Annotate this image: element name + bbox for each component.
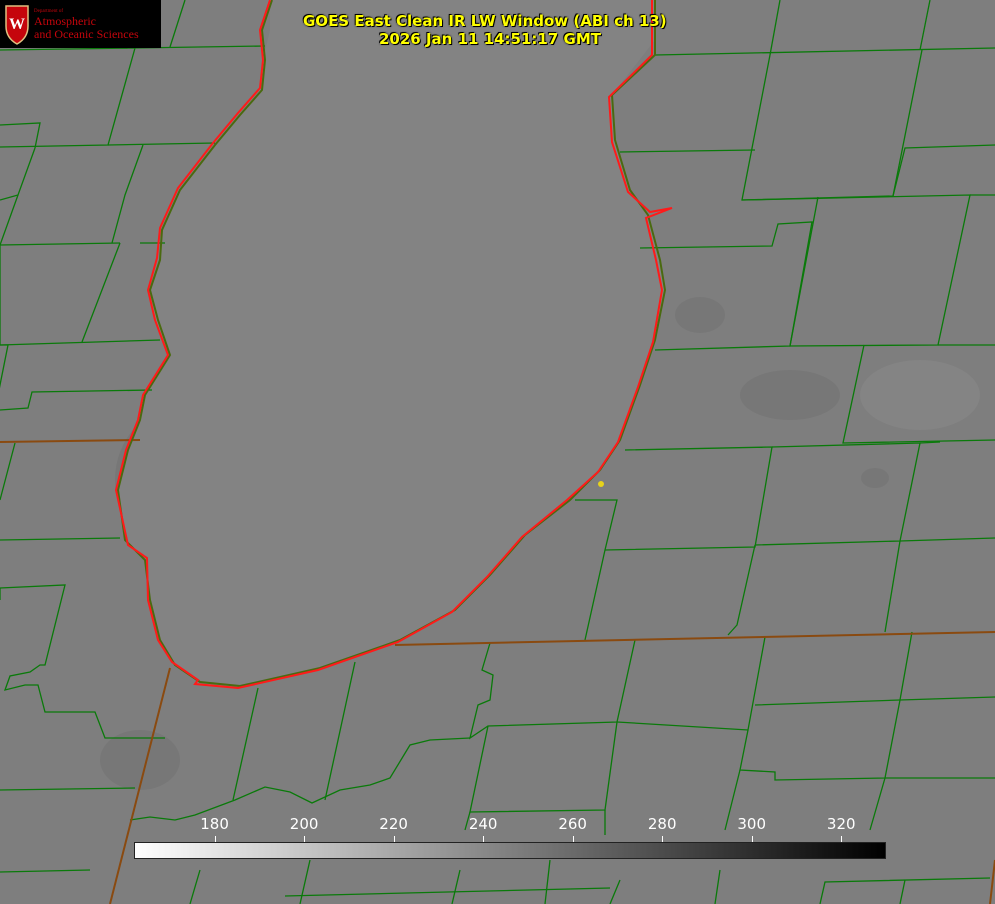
- uw-crest-icon: W: [5, 5, 29, 45]
- colorbar-tick-label: 220: [379, 815, 408, 833]
- svg-text:W: W: [9, 16, 25, 33]
- colorbar-tick-label: 180: [200, 815, 229, 833]
- product-title: GOES East Clean IR LW Window (ABI ch 13): [303, 12, 667, 30]
- station-marker: [598, 481, 604, 487]
- satellite-map: [0, 0, 995, 904]
- colorbar: [134, 842, 886, 859]
- colorbar-tick-label: 260: [558, 815, 587, 833]
- satellite-image-view: W Department of Atmospheric and Oceanic …: [0, 0, 995, 904]
- logo-line1: Atmospheric: [34, 14, 96, 28]
- colorbar-tick-label: 200: [289, 815, 319, 833]
- image-timestamp: 2026 Jan 11 14:51:17 GMT: [379, 30, 601, 48]
- colorbar-tick-label: 280: [647, 815, 677, 833]
- colorbar-tick-label: 240: [468, 815, 498, 833]
- logo-line2: and Oceanic Sciences: [34, 27, 139, 41]
- lake-surface: [118, 0, 665, 686]
- aos-logo: W Department of Atmospheric and Oceanic …: [0, 0, 161, 48]
- colorbar-tick-label: 320: [826, 815, 856, 833]
- colorbar-tick-label: 300: [737, 815, 767, 833]
